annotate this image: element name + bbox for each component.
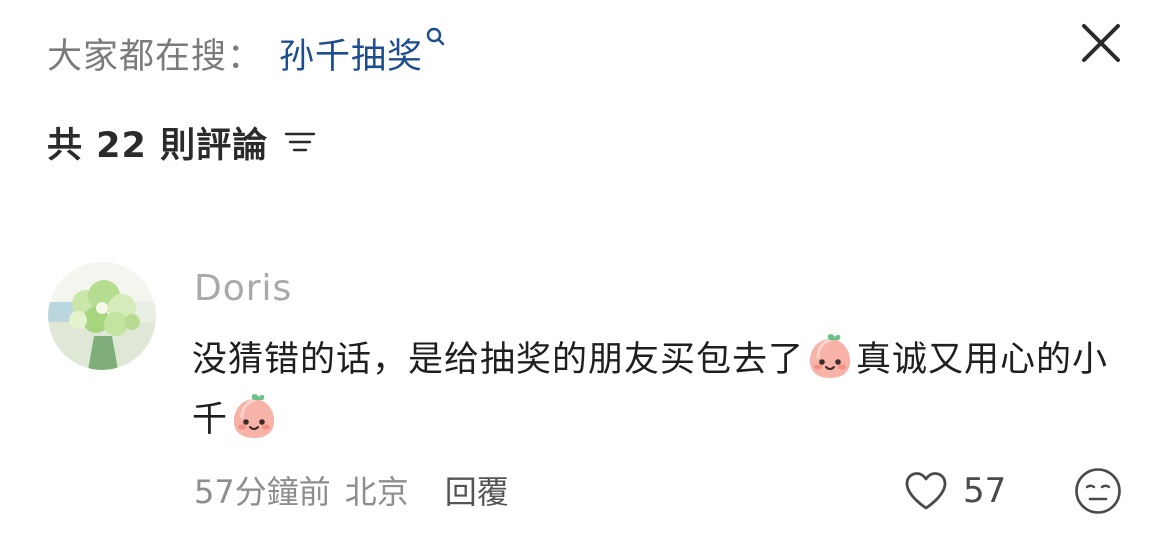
sort-icon[interactable] [284, 127, 316, 157]
peach-emoji-icon [233, 394, 275, 438]
heart-icon[interactable] [903, 470, 949, 512]
avatar[interactable] [48, 262, 156, 370]
comment-location: 北京 [344, 473, 409, 511]
trending-search-link[interactable]: 孙千抽奖 [279, 28, 423, 79]
comment-username[interactable]: Doris [194, 268, 292, 309]
neutral-face-icon[interactable] [1073, 466, 1123, 516]
comment-text: 没猜错的话，是给抽奖的朋友买包去了 真诚又用心的小千 [192, 330, 1132, 450]
comments-sheet: 大家都在搜： 孙千抽奖 共 22 則評論 Doris 没猜错的话，是给抽奖的朋友… [0, 0, 1170, 547]
like-count: 57 [963, 471, 1007, 511]
peach-emoji-icon [809, 334, 851, 378]
comment-count: 共 22 則評論 [47, 125, 269, 166]
reply-button[interactable]: 回覆 [445, 467, 509, 513]
comment-timestamp: 57分鐘前 [194, 473, 331, 511]
search-icon[interactable] [425, 26, 447, 60]
like-button[interactable]: 57 [903, 466, 1006, 516]
trending-search-bar: 大家都在搜： 孙千抽奖 [47, 26, 447, 80]
trending-label: 大家都在搜： [47, 36, 264, 77]
comment-meta: 57分鐘前 北京 回覆 [194, 466, 509, 514]
comment-text-part1: 没猜错的话，是给抽奖的朋友买包去了 [192, 340, 805, 380]
close-icon[interactable] [1078, 20, 1124, 66]
comment-count-row: 共 22 則評論 [47, 114, 316, 170]
